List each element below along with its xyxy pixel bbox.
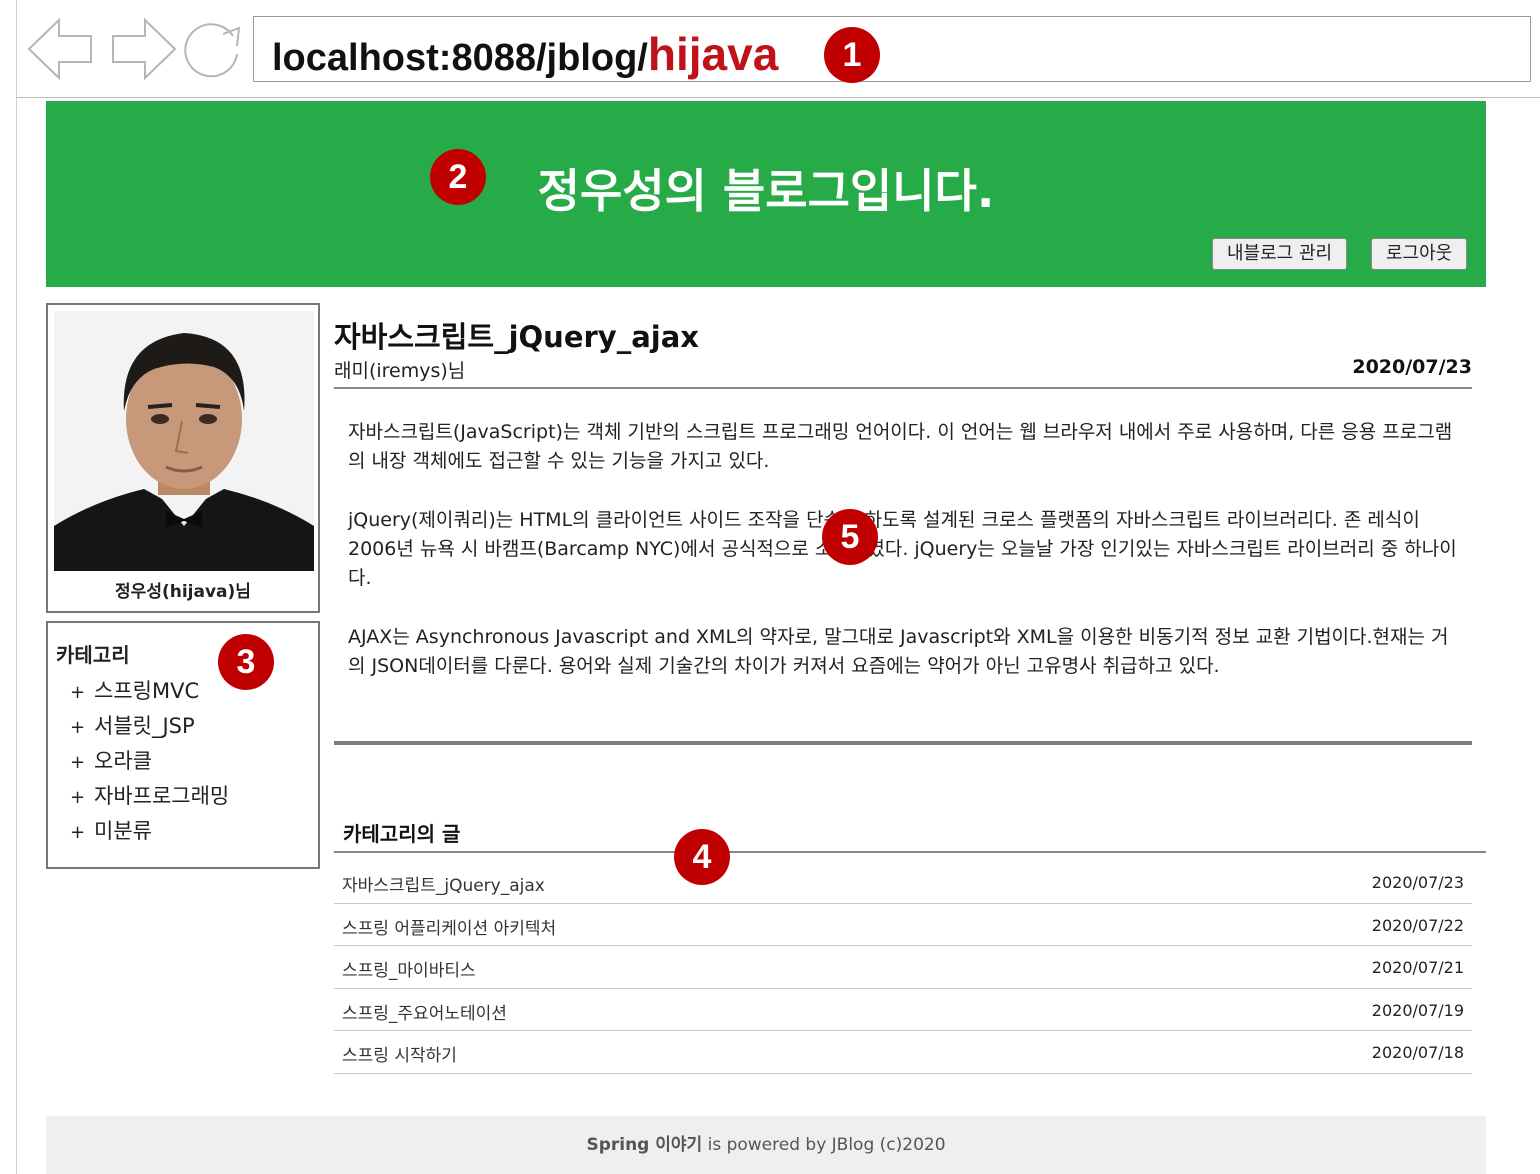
- category-label: 미분류: [94, 819, 152, 843]
- post-date: 2020/07/23: [1352, 356, 1472, 378]
- url-text: localhost:8088/jblog/hijava: [272, 27, 778, 81]
- category-label: 스프링MVC: [94, 679, 200, 703]
- post-list-date: 2020/07/19: [1371, 1000, 1464, 1020]
- list-item[interactable]: 자바스크립트_jQuery_ajax 2020/07/23: [334, 861, 1472, 904]
- category-item[interactable]: + 자바프로그래밍: [70, 780, 229, 815]
- post-link[interactable]: 스프링 어플리케이션 아키텍처: [342, 914, 556, 939]
- post-body: 자바스크립트(JavaScript)는 객체 기반의 스크립트 프로그래밍 언어…: [348, 418, 1460, 711]
- list-item[interactable]: 스프링_마이바티스 2020/07/21: [334, 946, 1472, 989]
- annotation-marker-5: 5: [822, 509, 878, 565]
- url-prefix: localhost:8088/jblog/: [272, 37, 648, 79]
- plus-icon: +: [70, 717, 86, 738]
- post-paragraph: jQuery(제이쿼리)는 HTML의 클라이언트 사이드 조작을 단순화 하도…: [348, 509, 1457, 589]
- divider: [334, 741, 1472, 745]
- plus-icon: +: [70, 822, 86, 843]
- category-title: 카테고리: [56, 643, 130, 667]
- post-paragraph: AJAX는 Asynchronous Javascript and XML의 약…: [348, 626, 1449, 677]
- post-list-date: 2020/07/22: [1371, 915, 1464, 935]
- category-list: + 스프링MVC + 서블릿_JSP + 오라클 + 자바프로그래밍 + 미분류: [70, 675, 229, 850]
- category-item[interactable]: + 오라클: [70, 745, 229, 780]
- profile-name: 정우성(hijava)님: [115, 582, 251, 602]
- page-divider: [16, 98, 17, 1174]
- post-link[interactable]: 스프링_주요어노테이션: [342, 999, 507, 1024]
- url-blog-id: hijava: [647, 28, 779, 80]
- divider: [334, 387, 1472, 389]
- profile-photo: [54, 311, 314, 571]
- blog-title: 정우성의 블로그입니다.: [537, 164, 995, 218]
- address-bar[interactable]: localhost:8088/jblog/hijava: [253, 16, 1531, 82]
- plus-icon: +: [70, 787, 86, 808]
- plus-icon: +: [70, 682, 86, 703]
- post-author: 래미(iremys)님: [334, 360, 466, 382]
- reload-icon[interactable]: [177, 14, 247, 88]
- list-item[interactable]: 스프링 어플리케이션 아키텍처 2020/07/22: [334, 904, 1472, 946]
- post-list-date: 2020/07/18: [1371, 1043, 1464, 1062]
- post-list-date: 2020/07/23: [1371, 873, 1464, 892]
- category-item[interactable]: + 서블릿_JSP: [70, 710, 229, 745]
- category-item[interactable]: + 스프링MVC: [70, 675, 229, 710]
- post-link[interactable]: 스프링 시작하기: [342, 1041, 457, 1066]
- profile-box: 정우성(hijava)님: [46, 303, 320, 613]
- footer-text: is powered by JBlog (c)2020: [702, 1135, 946, 1155]
- post-title: 자바스크립트_jQuery_ajax: [334, 320, 699, 354]
- annotation-marker-1: 1: [824, 27, 880, 83]
- plus-icon: +: [70, 752, 86, 773]
- category-item[interactable]: + 미분류: [70, 815, 229, 850]
- back-arrow-icon[interactable]: [25, 14, 95, 88]
- category-posts-list: 자바스크립트_jQuery_ajax 2020/07/23 스프링 어플리케이션…: [334, 861, 1472, 1074]
- post-paragraph: 자바스크립트(JavaScript)는 객체 기반의 스크립트 프로그래밍 언어…: [348, 421, 1453, 472]
- list-item[interactable]: 스프링_주요어노테이션 2020/07/19: [334, 989, 1472, 1031]
- annotation-marker-2: 2: [430, 149, 486, 205]
- annotation-marker-3: 3: [218, 634, 274, 690]
- post-link[interactable]: 스프링_마이바티스: [342, 956, 476, 981]
- post-list-date: 2020/07/21: [1371, 958, 1464, 977]
- browser-toolbar: localhost:8088/jblog/hijava: [16, 0, 1540, 98]
- footer-brand: Spring 이야기: [586, 1135, 703, 1155]
- manage-blog-button[interactable]: 내블로그 관리: [1212, 238, 1348, 270]
- category-label: 오라클: [94, 749, 152, 773]
- divider: [334, 851, 1486, 853]
- forward-arrow-icon[interactable]: [109, 14, 179, 88]
- blog-header: 정우성의 블로그입니다. 내블로그 관리 로그아웃: [46, 101, 1486, 287]
- footer: Spring 이야기 is powered by JBlog (c)2020: [46, 1116, 1486, 1174]
- category-label: 자바프로그래밍: [94, 784, 230, 808]
- category-posts-title: 카테고리의 글: [343, 822, 461, 846]
- post-link[interactable]: 자바스크립트_jQuery_ajax: [342, 871, 545, 896]
- category-box: 카테고리 + 스프링MVC + 서블릿_JSP + 오라클 + 자바프로그래밍 + 미분류: [46, 621, 320, 869]
- annotation-marker-4: 4: [674, 829, 730, 885]
- category-label: 서블릿_JSP: [94, 714, 195, 738]
- logout-button[interactable]: 로그아웃: [1371, 238, 1468, 270]
- list-item[interactable]: 스프링 시작하기 2020/07/18: [334, 1031, 1472, 1074]
